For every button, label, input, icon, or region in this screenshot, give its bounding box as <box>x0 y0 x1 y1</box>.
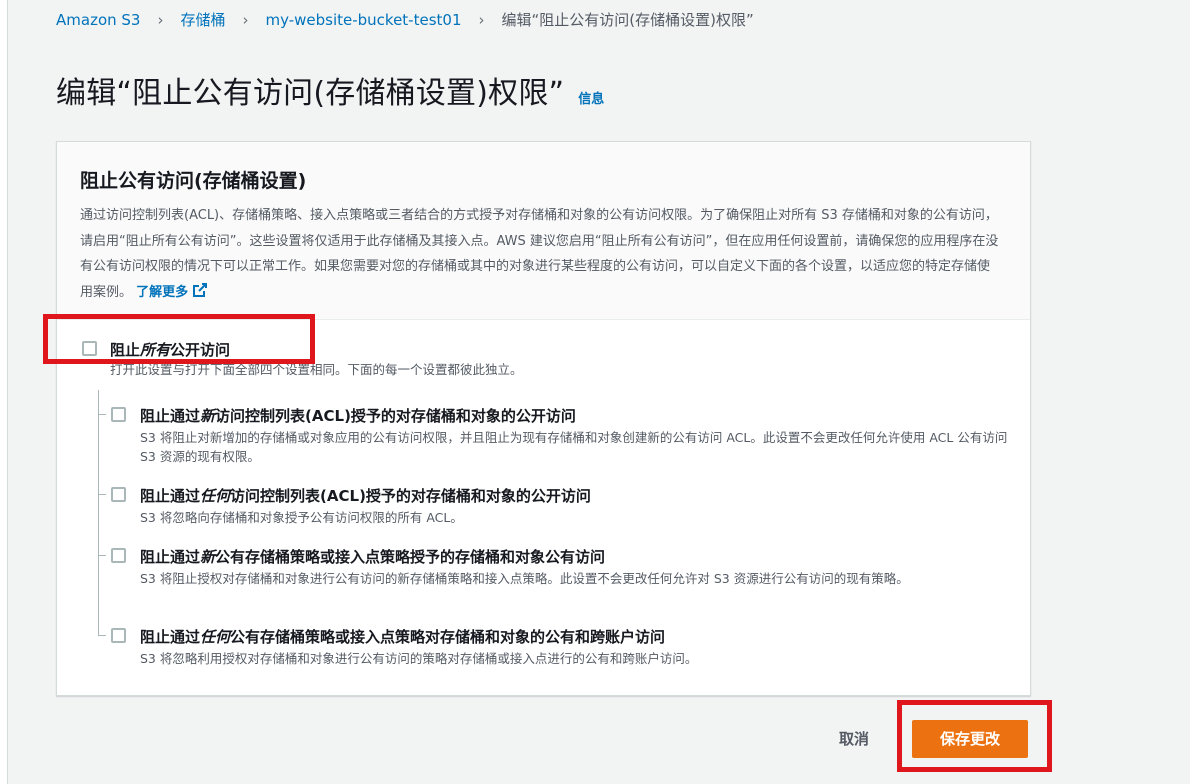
label-pre: 阻止通过 <box>140 628 201 646</box>
save-changes-button[interactable]: 保存更改 <box>912 720 1028 758</box>
label-em: 新 <box>200 407 216 425</box>
chevron-right-icon: › <box>478 10 485 29</box>
label-em: 新 <box>200 548 216 566</box>
block-public-access-panel: 阻止公有访问(存储桶设置) 通过访问控制列表(ACL)、存储桶策略、接入点策略或… <box>56 141 1031 696</box>
chevron-right-icon: › <box>242 10 249 29</box>
learn-more-link[interactable]: 了解更多 <box>136 282 208 300</box>
highlight-block-all <box>43 314 315 364</box>
breadcrumb-bucket-name[interactable]: my-website-bucket-test01 <box>265 11 461 29</box>
panel-title: 阻止公有访问(存储桶设置) <box>80 170 307 192</box>
page-title: 编辑“阻止公有访问(存储桶设置)权限” <box>56 76 565 111</box>
label-em: 任何 <box>200 628 231 646</box>
label-pre: 阻止通过 <box>140 548 201 566</box>
block-new-policy-checkbox[interactable] <box>111 548 126 563</box>
breadcrumb-amazon-s3[interactable]: Amazon S3 <box>56 11 140 29</box>
panel-description-text: 通过访问控制列表(ACL)、存储桶策略、接入点策略或三者结合的方式授予对存储桶和… <box>80 208 999 300</box>
option-block-any-acl: 阻止通过任何访问控制列表(ACL)授予的对存储桶和对象的公开访问 S3 将忽略向… <box>57 484 1030 534</box>
learn-more-label: 了解更多 <box>136 284 189 300</box>
option-block-new-policy: 阻止通过新公有存储桶策略或接入点策略授予的存储桶和对象公有访问 S3 将阻止授权… <box>57 545 1030 615</box>
block-new-policy-description: S3 将阻止授权对存储桶和对象进行公有访问的新存储桶策略和接入点策略。此设置不会… <box>140 571 909 586</box>
block-any-policy-checkbox[interactable] <box>111 628 126 643</box>
block-new-policy-label[interactable]: 阻止通过新公有存储桶策略或接入点策略授予的存储桶和对象公有访问 <box>140 546 605 567</box>
breadcrumb-buckets[interactable]: 存储桶 <box>180 9 225 30</box>
label-post: 公有存储桶策略或接入点策略授予的存储桶和对象公有访问 <box>215 548 606 566</box>
block-any-policy-label[interactable]: 阻止通过任何公有存储桶策略或接入点策略对存储桶和对象的公有和跨账户访问 <box>140 626 665 647</box>
block-new-acl-description: S3 将阻止对新增加的存储桶或对象应用的公有访问权限，并且阻止为现有存储桶和对象… <box>140 430 1008 464</box>
chevron-right-icon: › <box>157 10 164 29</box>
block-any-acl-label[interactable]: 阻止通过任何访问控制列表(ACL)授予的对存储桶和对象的公开访问 <box>140 485 591 506</box>
label-post: 访问控制列表(ACL)授予的对存储桶和对象的公开访问 <box>230 487 591 505</box>
cancel-button[interactable]: 取消 <box>823 721 885 757</box>
label-post: 访问控制列表(ACL)授予的对存储桶和对象的公开访问 <box>215 407 576 425</box>
label-pre: 阻止通过 <box>140 407 201 425</box>
option-block-new-acl: 阻止通过新访问控制列表(ACL)授予的对存储桶和对象的公开访问 S3 将阻止对新… <box>57 404 1030 474</box>
block-any-policy-description: S3 将忽略利用授权对存储桶和对象进行公有访问的策略对存储桶或接入点进行的公有和… <box>140 651 698 666</box>
option-block-any-policy: 阻止通过任何公有存储桶策略或接入点策略对存储桶和对象的公有和跨账户访问 S3 将… <box>57 625 1030 675</box>
block-any-acl-checkbox[interactable] <box>111 487 126 502</box>
block-new-acl-label[interactable]: 阻止通过新访问控制列表(ACL)授予的对存储桶和对象的公开访问 <box>140 405 576 426</box>
info-link[interactable]: 信息 <box>578 88 604 107</box>
panel-description: 通过访问控制列表(ACL)、存储桶策略、接入点策略或三者结合的方式授予对存储桶和… <box>80 203 1000 305</box>
page-header: 编辑“阻止公有访问(存储桶设置)权限” 信息 <box>56 68 604 112</box>
right-edge <box>1190 0 1200 784</box>
breadcrumb-current: 编辑“阻止公有访问(存储桶设置)权限” <box>501 11 754 29</box>
left-nav-rail <box>0 0 8 784</box>
external-link-icon <box>193 282 208 297</box>
label-pre: 阻止通过 <box>140 487 201 505</box>
breadcrumb: Amazon S3 › 存储桶 › my-website-bucket-test… <box>56 9 754 30</box>
label-em: 任何 <box>200 487 231 505</box>
label-post: 公有存储桶策略或接入点策略对存储桶和对象的公有和跨账户访问 <box>230 628 666 646</box>
block-any-acl-description: S3 将忽略向存储桶和对象授予公有访问权限的所有 ACL。 <box>140 510 463 525</box>
panel-header: 阻止公有访问(存储桶设置) 通过访问控制列表(ACL)、存储桶策略、接入点策略或… <box>57 142 1030 320</box>
block-new-acl-checkbox[interactable] <box>111 407 126 422</box>
